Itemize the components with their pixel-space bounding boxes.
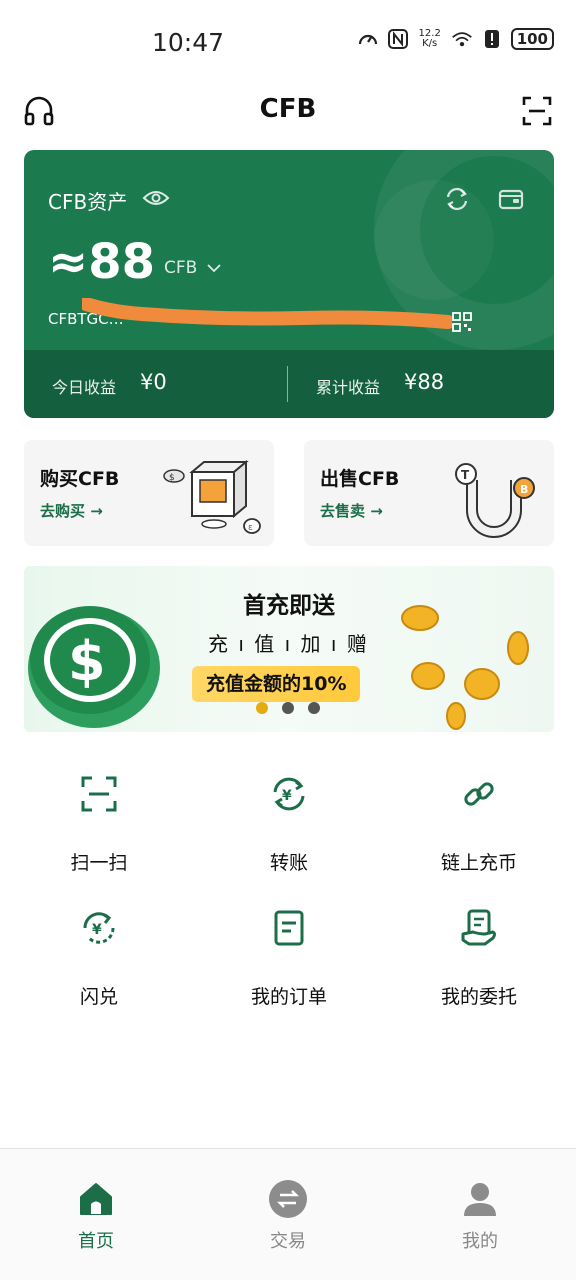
banner-subtitle: 充 ı 值 ı 加 ı 赠 xyxy=(208,632,369,656)
exchange-icon xyxy=(268,1179,308,1219)
nav-label: 交易 xyxy=(270,1231,306,1252)
scan-icon xyxy=(79,774,119,814)
status-bar: 10:47 12.2 K/s 100 xyxy=(0,0,576,80)
buy-cfb-card[interactable]: 购买CFB 去购买 → $ ε xyxy=(24,440,274,546)
page-title: CFB xyxy=(259,94,317,124)
nfc-icon xyxy=(387,28,409,50)
battery-indicator: 100 xyxy=(510,28,554,50)
banner-highlight: 充值金额的10% xyxy=(192,666,361,702)
carousel-dots xyxy=(256,702,320,714)
alert-icon xyxy=(481,28,503,50)
redaction-scribble xyxy=(79,297,455,332)
asset-label: CFB资产 xyxy=(48,190,128,214)
sell-cfb-title: 出售CFB xyxy=(320,468,400,490)
buy-illustration: $ ε xyxy=(156,454,266,538)
nav-label: 首页 xyxy=(78,1231,114,1252)
feature-label: 扫一扫 xyxy=(70,852,128,874)
speedometer-icon xyxy=(357,28,379,50)
feature-my-orders[interactable]: 我的订单 xyxy=(194,908,384,1028)
chain-link-icon xyxy=(459,774,499,814)
svg-text:ε: ε xyxy=(248,523,253,533)
carousel-dot[interactable] xyxy=(282,702,294,714)
feature-label: 我的委托 xyxy=(440,986,517,1008)
today-earnings-label: 今日收益 xyxy=(52,378,117,397)
gold-coins-illustration xyxy=(398,580,548,730)
refresh-icon[interactable] xyxy=(444,186,470,212)
profile-icon xyxy=(460,1179,500,1219)
feature-scan[interactable]: 扫一扫 xyxy=(4,774,194,894)
svg-text:$: $ xyxy=(169,473,175,483)
sell-cfb-link[interactable]: 去售卖 → xyxy=(320,500,383,521)
scan-icon[interactable] xyxy=(520,94,554,128)
sell-illustration: T B xyxy=(436,454,546,538)
asset-card: CFB资产 ≈88 CFB CFBTGC… 今日收益 ¥0 累计收益 ¥88 xyxy=(24,150,554,418)
total-earnings-value: ¥88 xyxy=(404,370,445,394)
feature-label: 闪兑 xyxy=(79,986,118,1008)
feature-transfer[interactable]: ¥ 转账 xyxy=(194,774,384,894)
today-earnings-value: ¥0 xyxy=(140,370,167,394)
carousel-dot[interactable] xyxy=(256,702,268,714)
buy-cfb-title: 购买CFB xyxy=(40,468,120,490)
nav-trade[interactable]: 交易 xyxy=(228,1179,348,1259)
carousel-dot[interactable] xyxy=(308,702,320,714)
svg-text:$: $ xyxy=(68,630,106,693)
network-speed: 12.2 K/s xyxy=(417,29,443,49)
wifi-icon xyxy=(451,28,473,50)
bottom-nav: 首页 交易 我的 xyxy=(0,1148,576,1280)
home-icon xyxy=(76,1179,116,1219)
eye-icon[interactable] xyxy=(142,188,170,208)
promo-banner[interactable]: $ 首充即送 充 ı 值 ı 加 ı 赠 充值金额的10% xyxy=(24,566,554,732)
asset-amount: ≈88 xyxy=(48,234,156,290)
transfer-icon: ¥ xyxy=(269,774,309,814)
entrust-icon xyxy=(459,908,499,948)
sell-cfb-card[interactable]: 出售CFB 去售卖 → T B xyxy=(304,440,554,546)
feature-my-entrusts[interactable]: 我的委托 xyxy=(384,908,574,1028)
buy-cfb-link[interactable]: 去购买 → xyxy=(40,500,103,521)
wallet-icon[interactable] xyxy=(498,186,524,212)
divider xyxy=(287,366,288,402)
app-header: CFB xyxy=(0,80,576,142)
feature-chain-deposit[interactable]: 链上充币 xyxy=(384,774,574,894)
feature-label: 链上充币 xyxy=(440,852,517,874)
card-decoration xyxy=(374,180,494,300)
nav-profile[interactable]: 我的 xyxy=(420,1179,540,1259)
qr-code-icon[interactable] xyxy=(452,312,472,332)
svg-text:B: B xyxy=(520,483,528,496)
status-time: 10:47 xyxy=(152,28,225,57)
nav-home[interactable]: 首页 xyxy=(36,1179,156,1259)
svg-text:¥: ¥ xyxy=(92,922,102,938)
status-icons: 12.2 K/s 100 xyxy=(357,28,554,50)
network-speed-unit: K/s xyxy=(422,38,438,49)
feature-label: 我的订单 xyxy=(250,986,327,1008)
nav-label: 我的 xyxy=(462,1231,498,1252)
feature-label: 转账 xyxy=(269,852,308,874)
svg-text:T: T xyxy=(461,468,470,482)
chevron-down-icon[interactable] xyxy=(206,260,222,276)
order-icon xyxy=(269,908,309,948)
feature-flash-exchange[interactable]: ¥ 闪兑 xyxy=(4,908,194,1028)
earnings-bar: 今日收益 ¥0 累计收益 ¥88 xyxy=(24,350,554,418)
flash-exchange-icon: ¥ xyxy=(79,908,119,948)
svg-text:¥: ¥ xyxy=(282,788,292,804)
asset-unit-selector[interactable]: CFB xyxy=(164,258,197,278)
total-earnings-label: 累计收益 xyxy=(316,378,381,397)
